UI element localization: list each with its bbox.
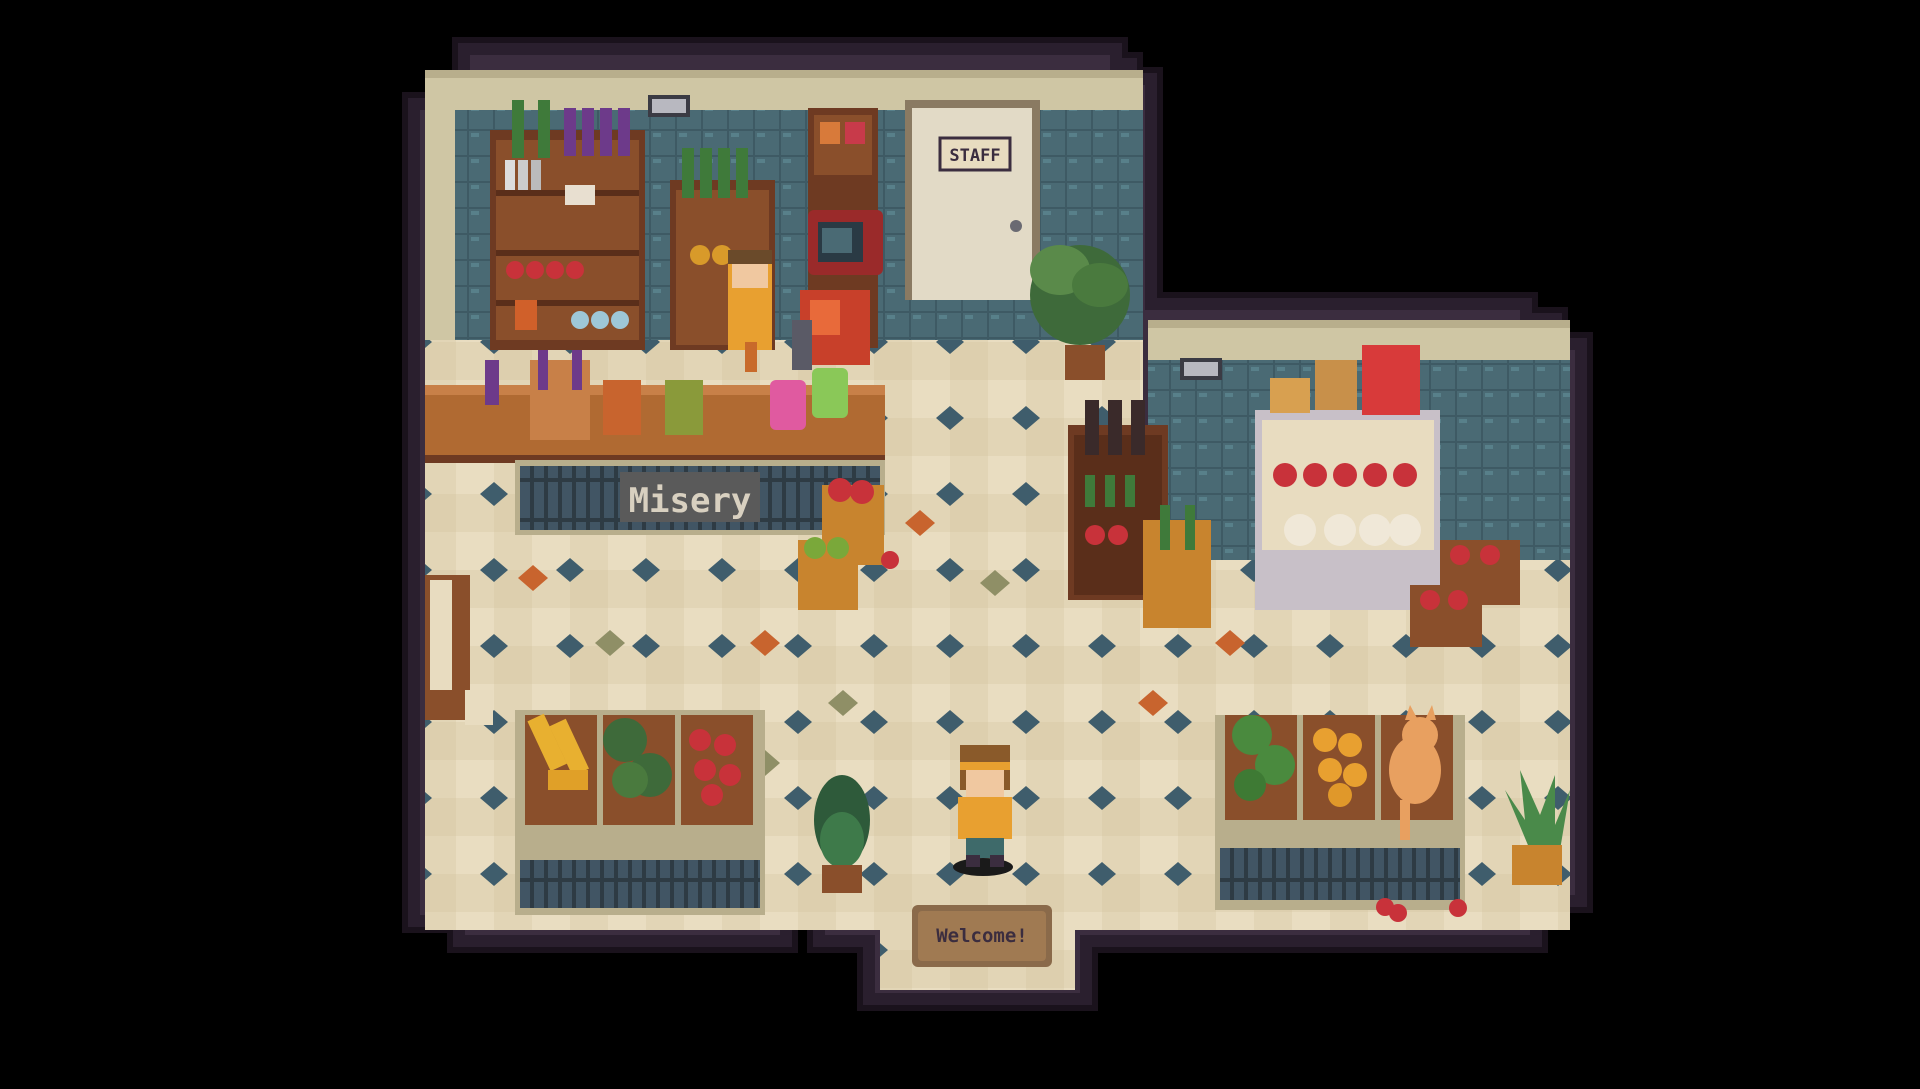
display-fridge (1255, 345, 1440, 610)
potted-plant-small (814, 775, 870, 893)
cash-register (792, 290, 870, 370)
welcome-mat-text: Welcome! (936, 925, 1028, 947)
counter-sign: Misery (629, 481, 752, 521)
vent-right (1180, 358, 1222, 380)
crate-bottles (1143, 505, 1211, 628)
welcome-mat: Welcome! (912, 905, 1052, 967)
staff-sign: STAFF (949, 146, 1000, 166)
shelf-jars-books (490, 130, 645, 350)
crt-tv (808, 210, 883, 275)
vent (648, 95, 690, 117)
game-scene: STAFF Misery Welcome! (402, 37, 1593, 1011)
staff-door[interactable]: STAFF (905, 100, 1040, 300)
